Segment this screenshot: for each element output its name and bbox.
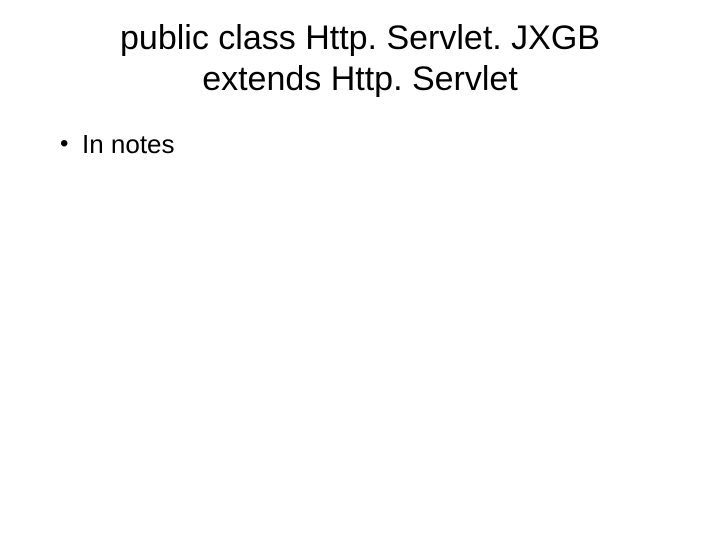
title-line-2: extends Http. Servlet [202,60,518,98]
bullet-text: In notes [82,129,175,159]
list-item: In notes [58,128,670,162]
slide: public class Http. Servlet. JXGB extends… [0,0,720,540]
slide-title: public class Http. Servlet. JXGB extends… [50,18,670,100]
title-line-1: public class Http. Servlet. JXGB [120,19,600,57]
bullet-list: In notes [50,128,670,162]
